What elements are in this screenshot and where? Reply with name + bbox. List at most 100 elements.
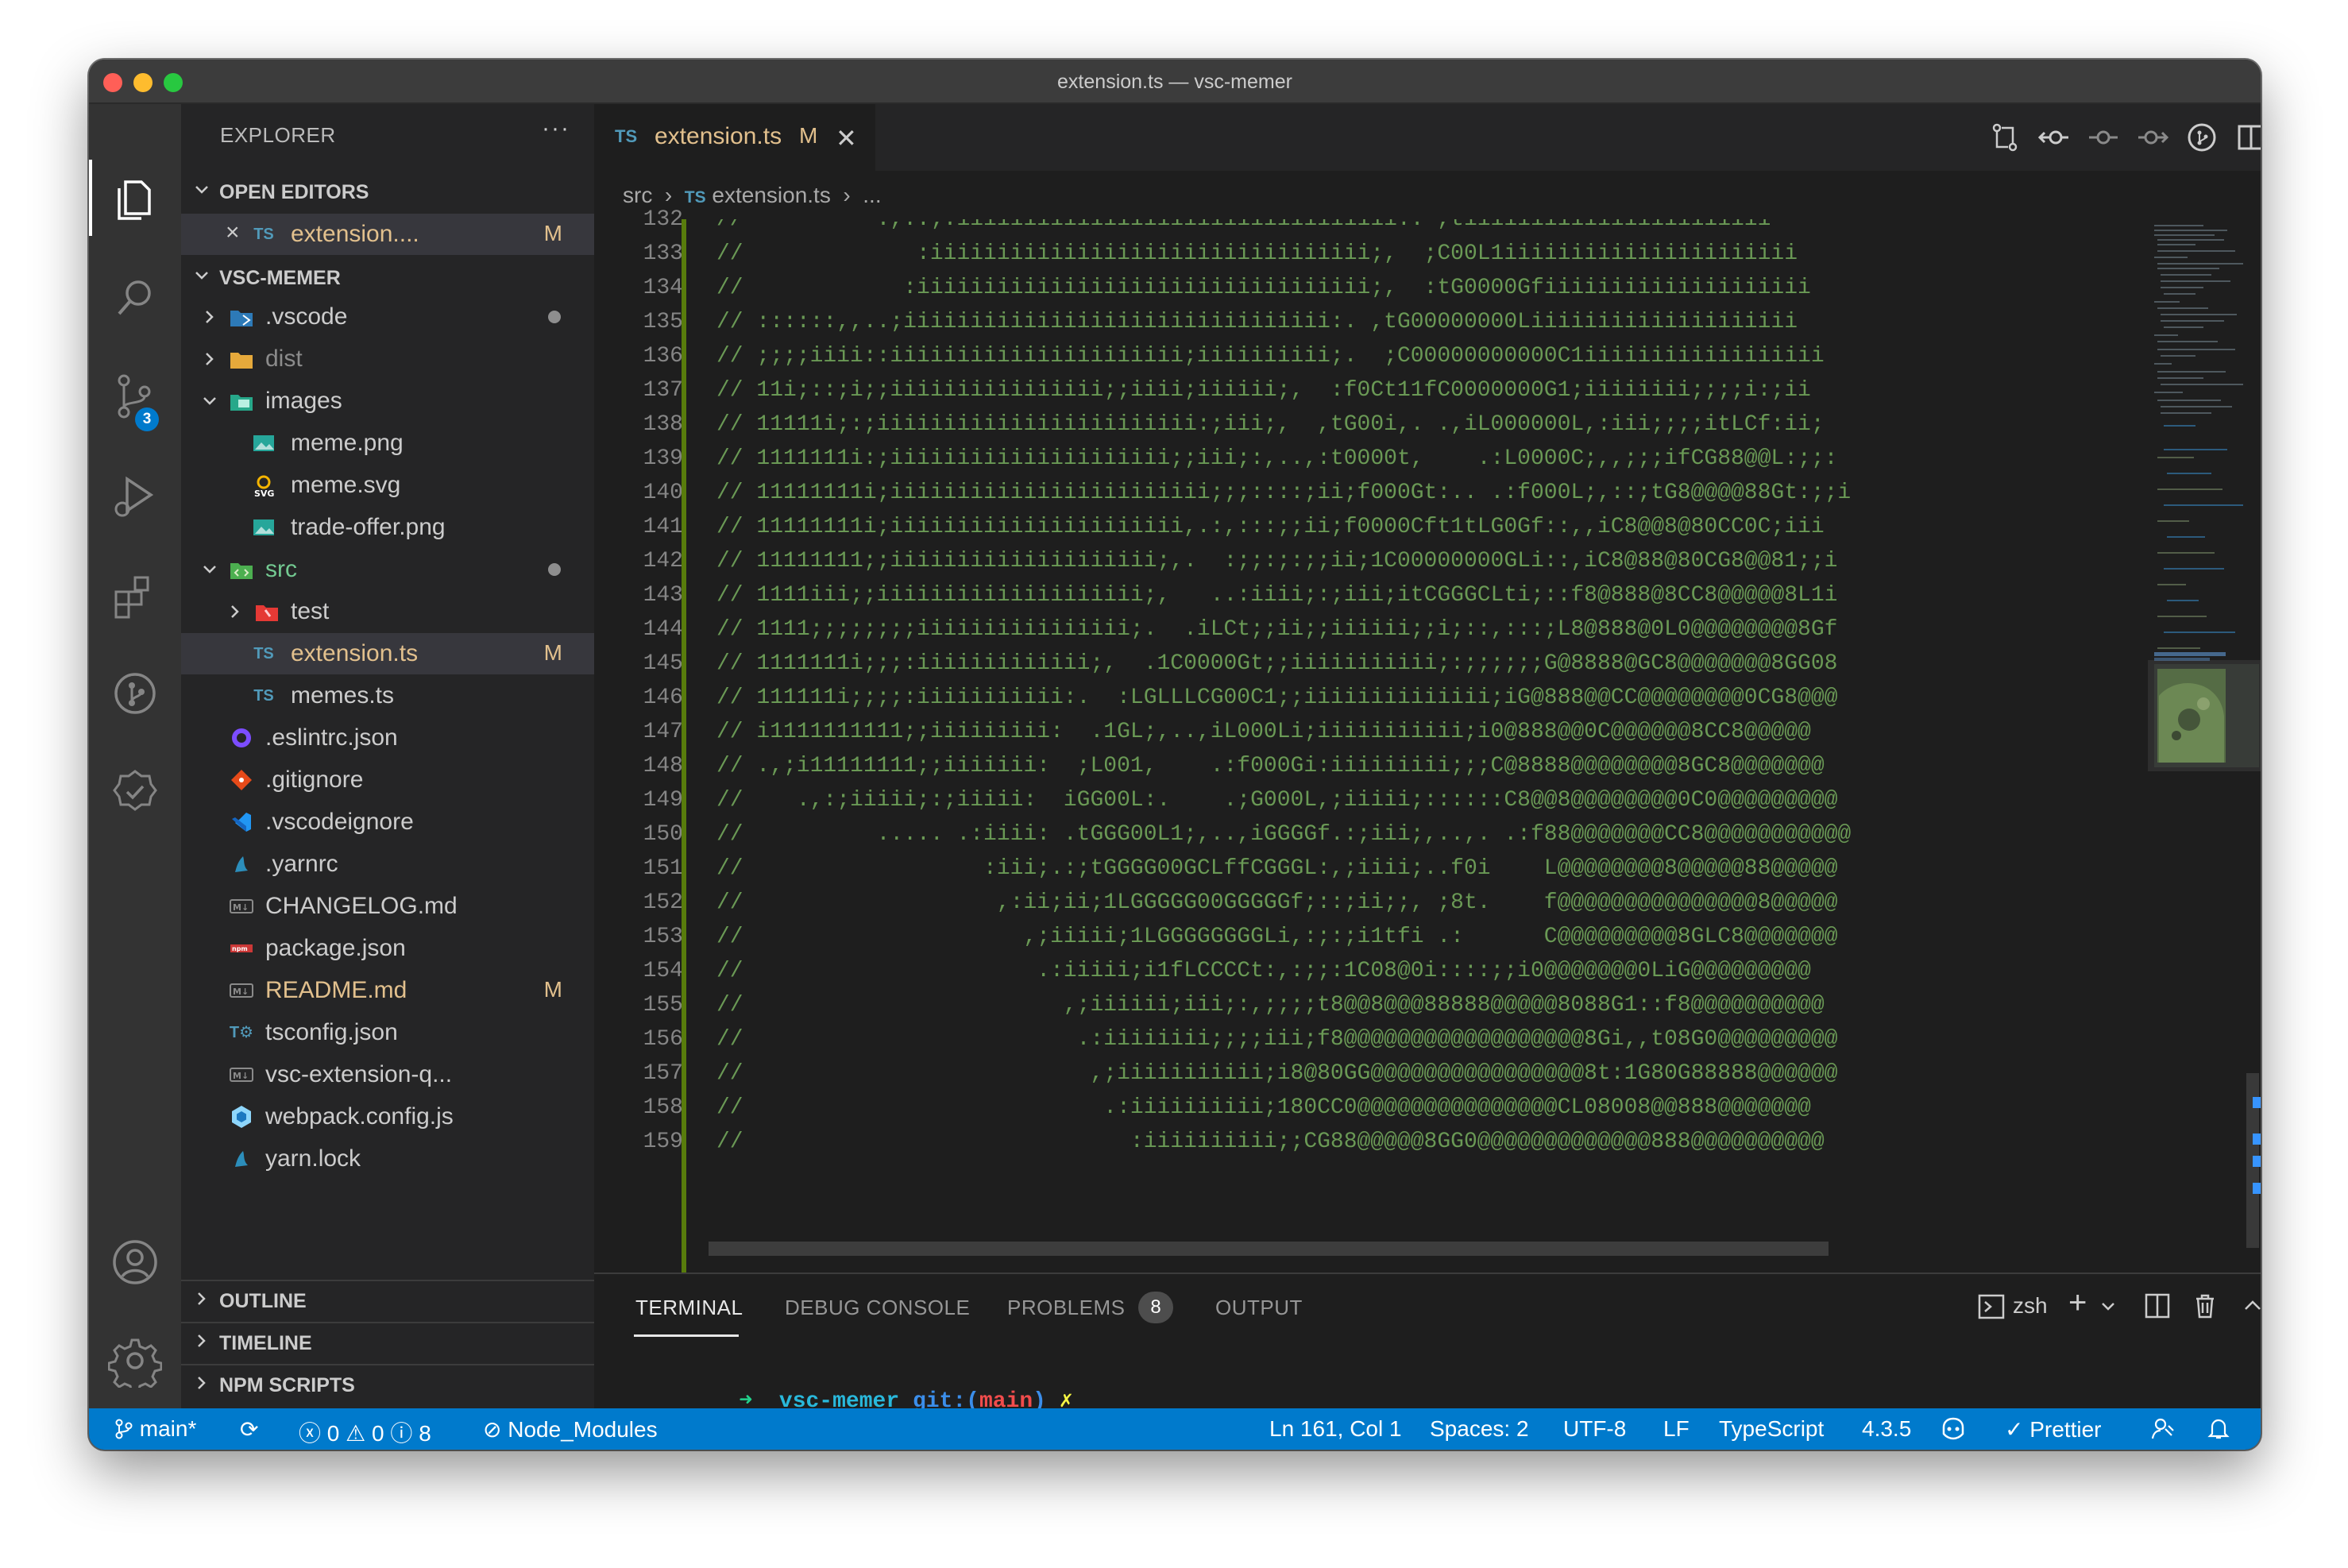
folder-dist[interactable]: dist xyxy=(181,338,594,380)
tab-extension-ts[interactable]: TS extension.ts M ✕ xyxy=(594,104,875,171)
code-line[interactable]: // i1111111111;;iiiiiiiii: .1GL;,..,iL00… xyxy=(716,715,2213,749)
code-line[interactable]: // .,:;iiiii;:;iiiii: iGG00L:. .;G000L,;… xyxy=(716,783,2213,817)
indentation[interactable]: Spaces: 2 xyxy=(1430,1416,1529,1442)
file-vscodeignore[interactable]: .vscodeignore xyxy=(181,801,594,843)
tab-debug-console[interactable]: DEBUG CONSOLE xyxy=(785,1296,970,1320)
sync-icon[interactable]: ⟳ xyxy=(240,1416,258,1442)
code-lines[interactable]: // .,..;:iiiiiiiiiiiiiiiiiiiiiiiiiiiiiii… xyxy=(716,219,2213,1256)
code-line[interactable]: // ::::::,,..;iiiiiiiiiiiiiiiiiiiiiiiiii… xyxy=(716,305,2213,339)
tab-terminal[interactable]: TERMINAL xyxy=(635,1296,743,1320)
open-editor-item[interactable]: × TS extension.... M xyxy=(181,214,594,255)
file-package-json[interactable]: npm package.json xyxy=(181,928,594,969)
code-line[interactable]: // 11111111i;iiiiiiiiiiiiiiiiiiiiiiii;;;… xyxy=(716,476,2213,510)
code-line[interactable]: // 1111iii;;iiiiiiiiiiiiiiiiiiii;, ..:ii… xyxy=(716,578,2213,612)
timeline-section[interactable]: TIMELINE xyxy=(181,1322,594,1360)
close-icon[interactable]: × xyxy=(226,219,240,246)
code-line[interactable]: // :iii;.:;tGGGG00GCLffCGGGL:,;iiii;..f0… xyxy=(716,852,2213,886)
project-section[interactable]: VSC-MEMER xyxy=(181,258,594,296)
code-line[interactable]: // .:iiiii;i1fLCCCCt:,:;;:1C08@0i::::;;i… xyxy=(716,954,2213,988)
code-line[interactable]: // ,;iiiii;1LGGGGGGGGLi,:;:;i1tfi .: C@@… xyxy=(716,920,2213,954)
horizontal-scrollbar[interactable] xyxy=(709,1242,1829,1256)
split-terminal-icon[interactable] xyxy=(2143,1292,2172,1320)
file-readme[interactable]: M↓ README.md M xyxy=(181,970,594,1011)
copilot-icon[interactable] xyxy=(1940,1416,1967,1440)
live-share-icon[interactable] xyxy=(108,765,162,819)
branch-status[interactable]: main* xyxy=(114,1416,196,1442)
end-of-line[interactable]: LF xyxy=(1663,1416,1690,1442)
chevron-down-icon[interactable] xyxy=(2100,1301,2116,1312)
file-meme-svg[interactable]: SVG meme.svg xyxy=(181,465,594,506)
breadcrumb-file[interactable]: extension.ts xyxy=(712,183,830,207)
code-line[interactable]: // .:iiiiiiii;;;;iii;f8@@@@@@@@@@@@@@@@@… xyxy=(716,1022,2213,1056)
file-gitignore[interactable]: .gitignore xyxy=(181,759,594,801)
code-line[interactable]: // ,;iiiiiiiiiii;i8@80GG@@@@@@@@@@@@@@@@… xyxy=(716,1056,2213,1091)
close-tab-icon[interactable]: ✕ xyxy=(836,123,857,153)
git-graph-view-icon[interactable] xyxy=(2186,122,2218,153)
more-actions-icon[interactable]: ··· xyxy=(542,115,570,142)
code-line[interactable]: // 11i;::;i;;iiiiiiiiiiiiiiii;;iiii;iiii… xyxy=(716,373,2213,407)
file-trade-offer-png[interactable]: trade-offer.png xyxy=(181,507,594,548)
code-line[interactable]: // :iiiiiiiiii;;CG88@@@@@8GG0@@@@@@@@@@@… xyxy=(716,1125,2213,1159)
maximize-panel-icon[interactable] xyxy=(2242,1295,2261,1317)
code-line[interactable]: // 111111i;;;;:iiiiiiiiiii:. :LGLLLCG00C… xyxy=(716,681,2213,715)
minimap[interactable] xyxy=(2148,219,2261,1273)
file-memes-ts[interactable]: TS memes.ts xyxy=(181,675,594,716)
folder-images[interactable]: images xyxy=(181,380,594,422)
code-line[interactable]: // .,..;:iiiiiiiiiiiiiiiiiiiiiiiiiiiiiii… xyxy=(716,219,2213,237)
tab-output[interactable]: OUTPUT xyxy=(1215,1296,1303,1320)
prettier-status[interactable]: ✓ Prettier xyxy=(2005,1416,2102,1442)
file-vsc-extension-quickstart[interactable]: M↓ vsc-extension-q... xyxy=(181,1054,594,1095)
code-line[interactable]: // ..... .:iiii: .tGGG00L1;,..,iGGGGf.:;… xyxy=(716,817,2213,852)
code-line[interactable]: // 11111i;:;iiiiiiiiiiiiiiiiiiiiiiii:;ii… xyxy=(716,407,2213,442)
search-icon[interactable] xyxy=(108,271,162,325)
ts-version[interactable]: 4.3.5 xyxy=(1862,1416,1911,1442)
code-line[interactable]: // .:iiiiiiiiii;180CC0@@@@@@@@@@@@@@@CL0… xyxy=(716,1091,2213,1125)
open-changes-icon[interactable] xyxy=(1989,122,2021,153)
run-debug-icon[interactable] xyxy=(108,469,162,523)
git-graph-icon[interactable] xyxy=(108,666,162,720)
code-line[interactable]: // 1111;;;;;;;;iiiiiiiiiiiiiiii;. .iLCt;… xyxy=(716,612,2213,647)
accounts-icon[interactable] xyxy=(108,1235,162,1289)
next-change-icon[interactable] xyxy=(2137,122,2168,153)
folder-test[interactable]: test xyxy=(181,591,594,632)
feedback-icon[interactable] xyxy=(2151,1416,2175,1440)
code-line[interactable]: // 11111111i;iiiiiiiiiiiiiiiiiiiiii,.:,:… xyxy=(716,510,2213,544)
code-line[interactable]: // :iiiiiiiiiiiiiiiiiiiiiiiiiiiiiiiii;, … xyxy=(716,237,2213,271)
commit-icon[interactable] xyxy=(2087,122,2119,153)
code-line[interactable]: // ,;iiiiii;iii;:,;;;;t8@@8@@@88888@@@@@… xyxy=(716,988,2213,1022)
file-yarnrc[interactable]: .yarnrc xyxy=(181,844,594,885)
folder-vscode[interactable]: .vscode xyxy=(181,296,594,338)
outline-section[interactable]: OUTLINE xyxy=(181,1280,594,1318)
settings-gear-icon[interactable] xyxy=(107,1334,163,1394)
extensions-icon[interactable] xyxy=(108,568,162,622)
explorer-icon[interactable] xyxy=(108,171,162,225)
previous-change-icon[interactable] xyxy=(2038,122,2070,153)
new-terminal-icon[interactable]: + xyxy=(2068,1285,2087,1321)
trash-icon[interactable] xyxy=(2191,1292,2219,1320)
file-yarn-lock[interactable]: yarn.lock xyxy=(181,1138,594,1180)
file-changelog[interactable]: M↓ CHANGELOG.md xyxy=(181,886,594,927)
code-line[interactable]: // 11111111;;iiiiiiiiiiiiiiiiiiii;,. :;;… xyxy=(716,544,2213,578)
npm-scripts-section[interactable]: NPM SCRIPTS xyxy=(181,1364,594,1402)
code-line[interactable]: // .,;i11111111;;iiiiiii: ;L001, .:f000G… xyxy=(716,749,2213,783)
split-editor-icon[interactable] xyxy=(2235,122,2261,153)
file-meme-png[interactable]: meme.png xyxy=(181,423,594,464)
encoding[interactable]: UTF-8 xyxy=(1563,1416,1626,1442)
file-tsconfig[interactable]: T⚙ tsconfig.json xyxy=(181,1012,594,1053)
file-eslintrc[interactable]: .eslintrc.json xyxy=(181,717,594,759)
problems-status[interactable]: ⓧ 0 ⚠ 0 ⓘ 8 xyxy=(299,1416,431,1448)
folder-src[interactable]: src xyxy=(181,549,594,590)
node-modules-status[interactable]: ⊘ Node_Modules xyxy=(483,1416,658,1442)
bell-icon[interactable] xyxy=(2207,1416,2230,1440)
open-editors-section[interactable]: OPEN EDITORS xyxy=(181,172,594,210)
code-viewport[interactable]: // .,..;:iiiiiiiiiiiiiiiiiiiiiiiiiiiiiii… xyxy=(594,219,2213,1273)
code-line[interactable]: // ;;;;iiii::iiiiiiiiiiiiiiiiiiiiii;iiii… xyxy=(716,339,2213,373)
code-line[interactable]: // 1111111i:;iiiiiiiiiiiiiiiiiiiii;;iii;… xyxy=(716,442,2213,476)
code-line[interactable]: // 1111111i;;;:iiiiiiiiiiiii;, .1C0000Gt… xyxy=(716,647,2213,681)
language-mode[interactable]: TypeScript xyxy=(1719,1416,1824,1442)
cursor-position[interactable]: Ln 161, Col 1 xyxy=(1269,1416,1402,1442)
breadcrumb-symbol[interactable]: ... xyxy=(863,183,881,207)
tab-problems[interactable]: PROBLEMS xyxy=(1007,1296,1126,1320)
code-line[interactable]: // :iiiiiiiiiiiiiiiiiiiiiiiiiiiiiiiiii;,… xyxy=(716,271,2213,305)
terminal-shell-name[interactable]: zsh xyxy=(2013,1293,2048,1319)
